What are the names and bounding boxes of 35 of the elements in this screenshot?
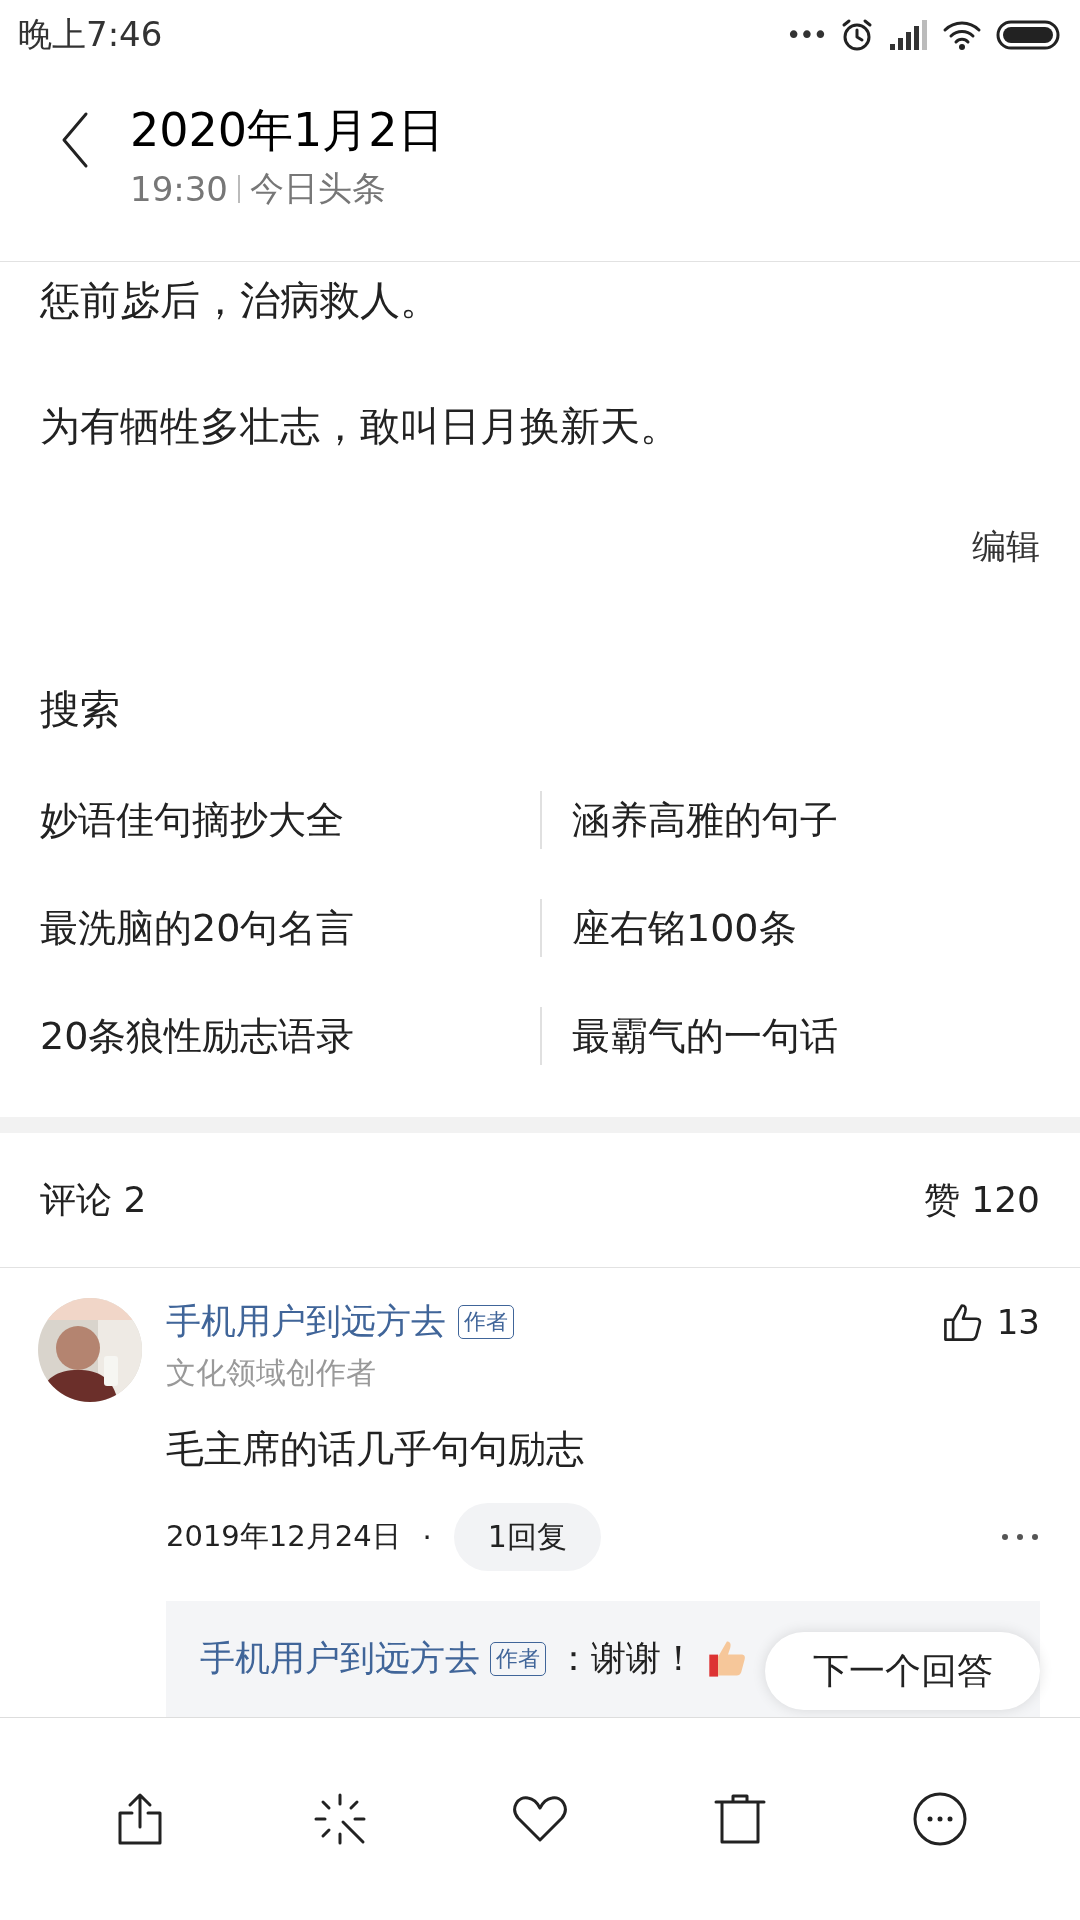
- comment-text: 毛主席的话几乎句句励志: [166, 1426, 585, 1473]
- header-title: 2020年1月2日: [130, 102, 444, 159]
- comment-author[interactable]: 手机用户到远方去: [166, 1298, 446, 1345]
- reply-button[interactable]: 1回复: [453, 1503, 601, 1571]
- search-suggestion[interactable]: 座右铭100条: [540, 899, 1040, 957]
- like-count: 赞 120: [923, 1177, 1040, 1222]
- separator-dot: ·: [422, 1520, 432, 1554]
- back-icon[interactable]: [60, 110, 90, 170]
- author-subtitle: 文化领域创作者: [166, 1354, 377, 1392]
- wifi-icon: [942, 19, 982, 51]
- status-time: 晚上7:46: [18, 13, 163, 56]
- author-badge: 作者: [458, 1304, 514, 1339]
- more-icon[interactable]: [1000, 1532, 1040, 1542]
- notification-dots: •••: [786, 20, 826, 50]
- search-suggestion[interactable]: 涵养高雅的句子: [540, 791, 1040, 849]
- search-heading: 搜索: [40, 685, 121, 734]
- signal-icon: [888, 18, 928, 52]
- reply-text: ：谢谢！: [556, 1637, 696, 1680]
- reply-author[interactable]: 手机用户到远方去: [200, 1635, 480, 1682]
- battery-icon: [996, 20, 1062, 50]
- search-suggestion[interactable]: 妙语佳句摘抄大全: [40, 791, 540, 849]
- alarm-icon: [840, 18, 874, 52]
- header-time: 19:30: [130, 169, 228, 209]
- author-badge: 作者: [490, 1641, 546, 1676]
- article-paragraph: 为有牺牲多壮志，敢叫日月换新天。: [40, 402, 681, 451]
- article-paragraph: 惩前毖后，治病救人。: [40, 276, 441, 325]
- comment-count: 评论 2: [40, 1177, 147, 1222]
- search-suggestion[interactable]: 最霸气的一句话: [540, 1007, 1040, 1065]
- comment-like-count: 13: [996, 1301, 1040, 1342]
- search-suggestion[interactable]: 最洗脑的20句名言: [40, 899, 540, 957]
- header-source: 今日头条: [250, 167, 386, 210]
- edit-link[interactable]: 编辑: [972, 524, 1040, 570]
- comment-date: 2019年12月24日: [166, 1518, 401, 1555]
- search-suggestion[interactable]: 20条狼性励志语录: [40, 1007, 540, 1065]
- next-answer-button[interactable]: 下一个回答: [765, 1632, 1040, 1710]
